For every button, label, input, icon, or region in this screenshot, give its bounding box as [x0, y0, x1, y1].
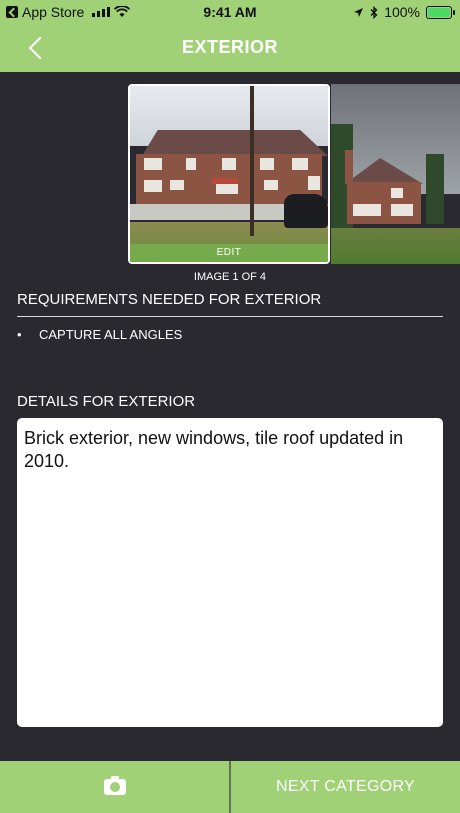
edit-photo-button[interactable]: EDIT: [130, 244, 328, 262]
photo-carousel[interactable]: EDIT: [0, 84, 460, 264]
camera-button[interactable]: [0, 761, 229, 813]
camera-icon: [103, 776, 126, 795]
battery-percent: 100%: [384, 4, 420, 20]
bluetooth-icon: [370, 5, 378, 19]
header: App Store 9:41 AM 100% EXTERIOR: [0, 0, 460, 72]
location-arrow-icon: [354, 7, 364, 17]
nav-bar: EXTERIOR: [0, 24, 460, 72]
next-photo-thumbnail[interactable]: [331, 84, 460, 264]
next-category-button[interactable]: NEXT CATEGORY: [231, 761, 460, 813]
battery-icon: [426, 5, 455, 19]
requirement-item-label: CAPTURE ALL ANGLES: [39, 327, 183, 342]
footer: NEXT CATEGORY: [0, 761, 460, 813]
selected-photo[interactable]: EDIT: [128, 84, 330, 264]
details-heading: DETAILS FOR EXTERIOR: [17, 393, 196, 410]
status-bar: App Store 9:41 AM 100%: [0, 0, 460, 24]
image-counter: IMAGE 1 OF 4: [193, 271, 267, 283]
requirements-heading: REQUIREMENTS NEEDED FOR EXTERIOR: [17, 291, 322, 308]
page-title: EXTERIOR: [181, 37, 278, 57]
details-textarea[interactable]: Brick exterior, new windows, tile roof u…: [17, 418, 443, 727]
divider: [17, 316, 443, 317]
requirement-item: • CAPTURE ALL ANGLES: [17, 327, 183, 342]
